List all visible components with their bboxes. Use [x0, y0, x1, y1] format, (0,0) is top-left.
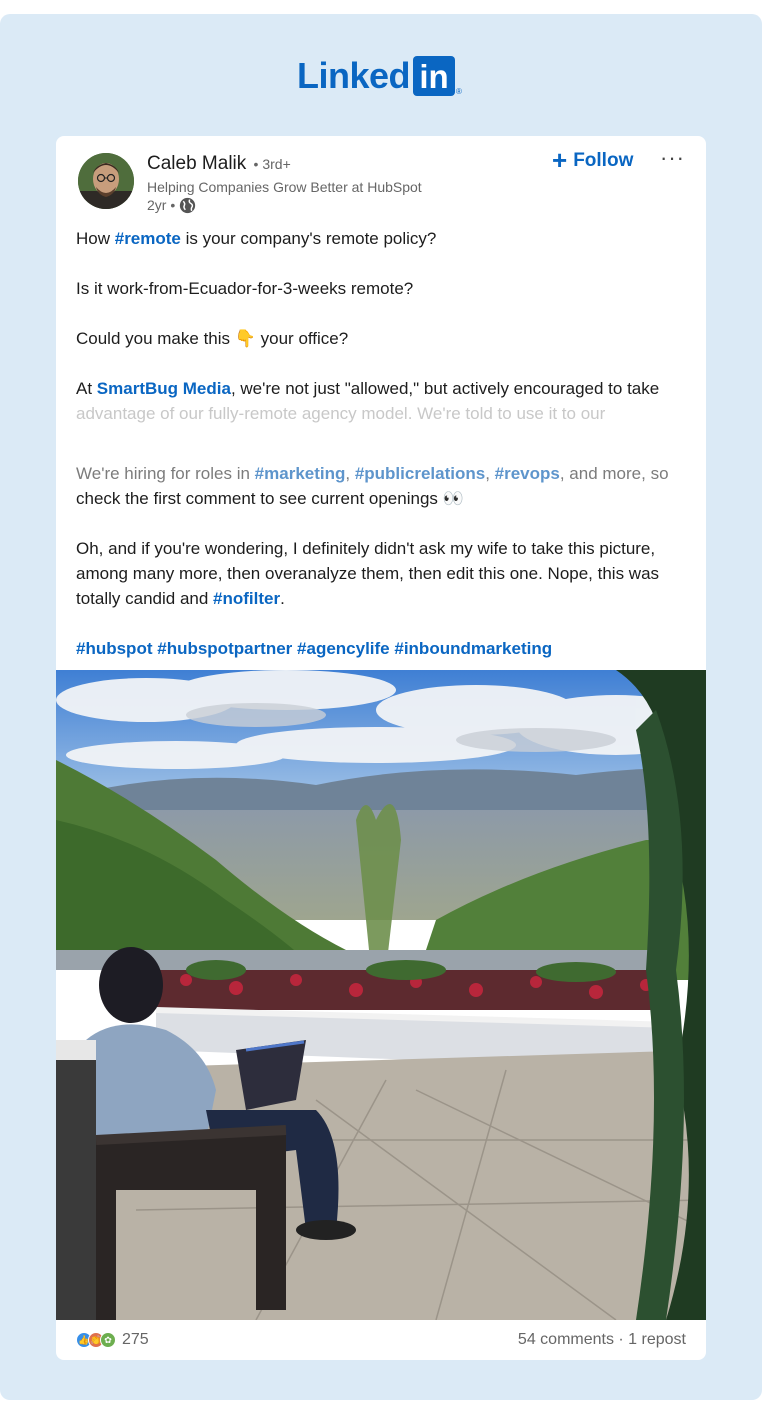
text: . — [280, 589, 285, 608]
text: We're hiring for roles in — [76, 464, 255, 483]
mention-smartbug-media[interactable]: SmartBug Media — [97, 379, 231, 398]
support-reaction-icon: ✿ — [100, 1332, 116, 1348]
post-line: Oh, and if you're wondering, I definitel… — [76, 539, 656, 558]
hashtag-inboundmarketing[interactable]: #inboundmarketing — [394, 639, 552, 658]
post-line: How #remote is your company's remote pol… — [76, 226, 686, 251]
post-image[interactable] — [56, 670, 706, 1320]
text: , and more, so — [559, 464, 669, 483]
author-name-line[interactable]: Caleb Malik • 3rd+ — [147, 152, 291, 176]
post-line: Is it work-from-Ecuador-for-3-weeks remo… — [76, 279, 414, 298]
truncated-line: advantage of our fully-remote agency mod… — [76, 404, 606, 423]
follow-label: Follow — [573, 150, 634, 171]
post-line: We're hiring for roles in #marketing, #p… — [76, 461, 686, 486]
text: , — [485, 464, 495, 483]
logo-wordmark: Linked — [297, 55, 411, 96]
reactions-summary[interactable]: 👍 👏 ✿ 275 — [76, 1331, 149, 1349]
hashtag-revops[interactable]: #revops — [495, 464, 560, 483]
post-line: among many more, then overanalyze them, … — [76, 564, 660, 583]
more-options-button[interactable]: ··· — [660, 146, 685, 170]
post-line: At SmartBug Media, we're not just "allow… — [76, 376, 686, 401]
avatar-photo — [78, 153, 134, 209]
reaction-icons: 👍 👏 ✿ — [76, 1332, 116, 1348]
hashtag-hubspotpartner[interactable]: #hubspotpartner — [157, 639, 292, 658]
hashtag-publicrelations[interactable]: #publicrelations — [355, 464, 485, 483]
hashtag-agencylife[interactable]: #agencylife — [297, 639, 390, 658]
text: , — [345, 464, 355, 483]
connection-degree: • 3rd+ — [253, 156, 291, 172]
follow-button[interactable]: + Follow — [552, 145, 634, 175]
hashtag-row: #hubspot #hubspotpartner #agencylife #in… — [76, 636, 686, 661]
hashtag-marketing[interactable]: #marketing — [255, 464, 346, 483]
pointing-down-emoji: 👇 — [234, 329, 256, 348]
post-line: check the first comment to see current o… — [76, 489, 464, 508]
author-name[interactable]: Caleb Malik — [147, 153, 246, 174]
avatar[interactable] — [78, 153, 134, 209]
social-counts: 👍 👏 ✿ 275 54 comments · 1 repost — [56, 1320, 706, 1360]
logo-in-box: in — [413, 56, 456, 96]
author-headline: Helping Companies Grow Better at HubSpot — [147, 179, 422, 195]
text: At — [76, 379, 97, 398]
hashtag-hubspot[interactable]: #hubspot — [76, 639, 153, 658]
text: is your company's remote policy? — [180, 229, 437, 248]
comments-reposts-count[interactable]: 54 comments · 1 repost — [518, 1331, 686, 1349]
landscape-photo — [56, 670, 706, 1320]
hashtag-nofilter[interactable]: #nofilter — [213, 589, 280, 608]
text: How — [76, 229, 115, 248]
post-line: totally candid and #nofilter. — [76, 586, 686, 611]
text: , we're not just "allowed," but actively… — [230, 379, 660, 398]
plus-icon: + — [552, 145, 568, 175]
text: Could you make this — [76, 329, 235, 348]
post-text: How #remote is your company's remote pol… — [76, 226, 686, 661]
hashtag-remote[interactable]: #remote — [115, 229, 181, 248]
text: totally candid and — [76, 589, 214, 608]
post-time: 2yr • — [147, 197, 176, 213]
logo-registered-mark: ® — [456, 87, 462, 96]
post-card: Caleb Malik • 3rd+ Helping Companies Gro… — [56, 136, 706, 1360]
globe-icon — [180, 197, 196, 213]
post-line: Could you make this 👇 your office? — [76, 326, 686, 351]
linkedin-logo: Linked in ® — [297, 56, 462, 96]
text: your office? — [255, 329, 349, 348]
reaction-count[interactable]: 275 — [122, 1331, 149, 1349]
post-meta: 2yr • — [147, 196, 196, 214]
